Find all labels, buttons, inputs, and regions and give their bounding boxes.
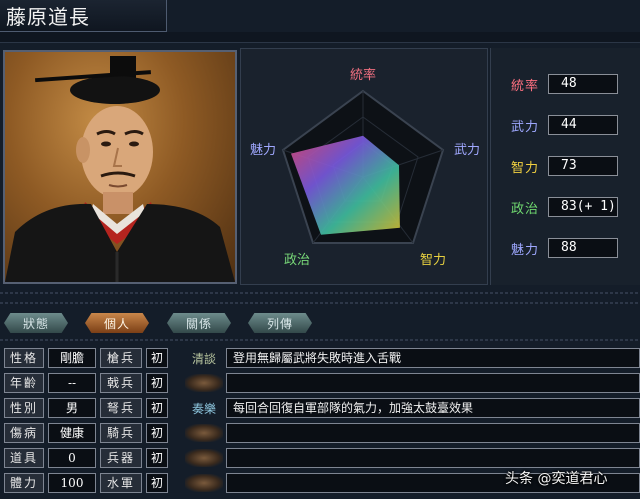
skill-name: [185, 449, 223, 467]
stat-label: 武力: [511, 120, 540, 135]
stat-value: 83(+ 1): [548, 197, 618, 217]
tab-relations[interactable]: 關係: [167, 313, 231, 333]
info-value: 剛膽: [48, 348, 96, 368]
troop-label: 兵器: [100, 448, 142, 468]
stat-value: 73: [548, 156, 618, 176]
attribute-radar-chart: 統率 武力 智力 政治 魅力: [240, 48, 488, 285]
info-label: 道具: [4, 448, 44, 468]
info-label: 傷病: [4, 423, 44, 443]
troop-rank: 初: [146, 348, 168, 368]
skill-description: [226, 423, 640, 443]
radar-label-zhengzhi: 政治: [284, 253, 310, 268]
stat-label: 統率: [511, 79, 540, 94]
tab-personal[interactable]: 個人: [85, 313, 149, 333]
character-portrait: [3, 50, 237, 284]
troop-label: 戟兵: [100, 373, 142, 393]
info-label: 年齡: [4, 373, 44, 393]
skill-name: [185, 374, 223, 392]
watermark: 头条 @奕道君心: [505, 471, 608, 487]
info-value: --: [48, 373, 96, 393]
troop-label: 弩兵: [100, 398, 142, 418]
info-value: 100: [48, 473, 96, 493]
troop-label: 騎兵: [100, 423, 142, 443]
radar-svg: 統率 武力 智力 政治 魅力: [250, 67, 480, 268]
separator-top: [0, 292, 640, 294]
stat-label: 政治: [511, 202, 540, 217]
info-value: 0: [48, 448, 96, 468]
info-label: 性格: [4, 348, 44, 368]
skill-name: 清談: [191, 351, 216, 366]
troop-rank: 初: [146, 473, 168, 493]
radar-label-meili: 魅力: [250, 143, 276, 158]
troop-rank: 初: [146, 423, 168, 443]
radar-label-wuli: 武力: [454, 143, 480, 158]
troop-label: 水軍: [100, 473, 142, 493]
portrait-illustration: [5, 56, 235, 282]
skill-description: [226, 448, 640, 468]
character-name-box: 藤原道長: [0, 0, 167, 32]
skill-name: 奏樂: [191, 401, 216, 416]
radar-label-tongshuai: 統率: [350, 67, 376, 83]
skill-name: [185, 424, 223, 442]
character-name: 藤原道長: [6, 5, 90, 29]
stat-label: 智力: [511, 161, 540, 176]
info-label: 體力: [4, 473, 44, 493]
info-value: 男: [48, 398, 96, 418]
stat-value: 48: [548, 74, 618, 94]
skill-name: [185, 474, 223, 492]
skill-description: 每回合回復自軍部隊的氣力，加強太鼓臺效果: [226, 398, 640, 418]
troop-label: 槍兵: [100, 348, 142, 368]
radar-label-zhili: 智力: [420, 253, 446, 268]
skill-description: 登用無歸屬武將失敗時進入舌戰: [226, 348, 640, 368]
separator-bottom: [0, 339, 640, 341]
stat-value: 44: [548, 115, 618, 135]
info-value: 健康: [48, 423, 96, 443]
skill-description: [226, 373, 640, 393]
tab-biography[interactable]: 列傳: [248, 313, 312, 333]
separator-mid: [0, 302, 640, 304]
stat-label: 魅力: [511, 243, 540, 258]
info-label: 性別: [4, 398, 44, 418]
tab-status[interactable]: 狀態: [4, 313, 68, 333]
stat-value: 88: [548, 238, 618, 258]
troop-rank: 初: [146, 373, 168, 393]
troop-rank: 初: [146, 448, 168, 468]
troop-rank: 初: [146, 398, 168, 418]
header-band: [0, 32, 640, 43]
